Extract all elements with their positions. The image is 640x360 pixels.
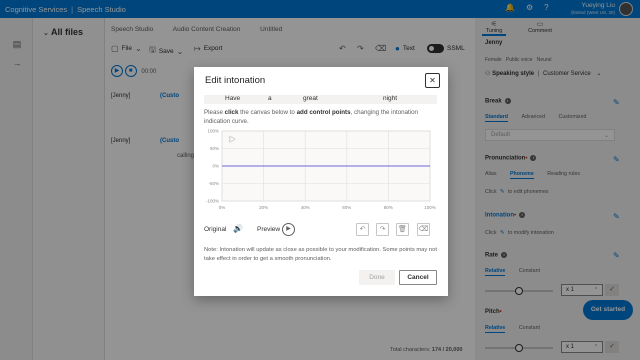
y-tick-label: 0% <box>212 164 219 169</box>
instr-click: click <box>224 109 239 116</box>
undo-icon: ↶ <box>359 226 366 233</box>
trash-icon: 🗑 <box>398 226 407 233</box>
instructions: Please click the canvas below to add con… <box>204 108 438 126</box>
x-tick-label: 60% <box>342 205 351 210</box>
edit-intonation-dialog: Edit intonation ✕ Have a great night Ple… <box>194 67 448 296</box>
close-button[interactable]: ✕ <box>425 73 440 88</box>
intonation-chart[interactable]: 0% 20% 40% 60% 80% 100% 100% 50% 0% -50% -100% <box>204 127 438 217</box>
y-tick-label: -50% <box>208 181 219 186</box>
dialog-note: Note: Intonation will update as close as… <box>204 247 437 262</box>
instr-prefix: Please <box>204 109 223 116</box>
x-tick-label: 80% <box>384 205 393 210</box>
preview-play-button[interactable]: ▶ <box>282 223 295 236</box>
dialog-controls: Original 🔊 Preview ▶ ↶ ↷ 🗑 ⌫ <box>204 223 438 237</box>
word-strip: Have a great night <box>204 95 437 104</box>
play-icon: ▶ <box>286 226 291 232</box>
word: Have <box>225 95 241 102</box>
reset-button[interactable]: ⌫ <box>417 223 430 236</box>
done-button[interactable]: Done <box>359 270 395 285</box>
close-icon: ✕ <box>429 76 436 85</box>
y-tick-label: 50% <box>210 146 219 151</box>
x-tick-label: 20% <box>259 205 268 210</box>
instr-add: add control points <box>296 109 351 116</box>
mouse-cursor-icon: ➤ <box>228 134 236 144</box>
speaker-icon[interactable]: 🔊 <box>233 224 243 233</box>
preview-label: Preview <box>257 226 281 233</box>
original-label: Original <box>204 226 227 233</box>
undo-button[interactable]: ↶ <box>356 223 369 236</box>
word: great <box>303 95 318 102</box>
word: night <box>383 95 398 102</box>
intonation-canvas[interactable]: 0% 20% 40% 60% 80% 100% 100% 50% 0% -50% -100% <box>204 127 438 217</box>
delete-button[interactable]: 🗑 <box>396 223 409 236</box>
instr-mid: the canvas below to <box>240 109 295 116</box>
x-tick-label: 0% <box>219 205 226 210</box>
x-tick-label: 100% <box>424 205 436 210</box>
redo-icon: ↷ <box>379 226 386 233</box>
y-tick-label: 100% <box>207 129 219 134</box>
cancel-button[interactable]: Cancel <box>399 270 437 285</box>
word: a <box>268 95 272 102</box>
x-tick-label: 40% <box>301 205 310 210</box>
dialog-title: Edit intonation <box>205 75 266 86</box>
eraser-icon: ⌫ <box>418 226 429 233</box>
y-tick-label: -100% <box>206 199 219 204</box>
redo-button[interactable]: ↷ <box>376 223 389 236</box>
